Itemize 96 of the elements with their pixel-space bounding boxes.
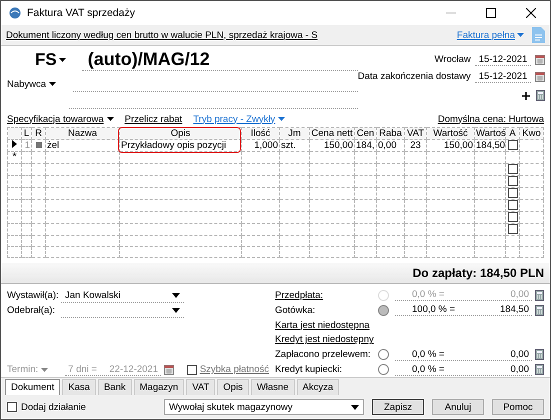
column-header[interactable]: Nazwa <box>46 128 120 140</box>
calendar-icon <box>535 72 546 82</box>
column-header[interactable]: VAT <box>404 128 426 140</box>
dialog-button[interactable]: Pomoc <box>492 399 544 415</box>
caret-icon <box>58 58 66 62</box>
work-mode-menu[interactable]: Tryb pracy - Zwykły <box>193 114 276 124</box>
table-cell: Przykładowy opis pozycji <box>120 140 242 152</box>
calculator-icon <box>535 364 544 376</box>
new-row-marker: * <box>12 151 17 163</box>
maximize-icon <box>486 8 496 18</box>
checkbox[interactable] <box>508 200 518 210</box>
column-header[interactable]: Wartość <box>426 128 474 140</box>
delivery-date-label: Data zakończenia dostawy <box>358 71 471 82</box>
column-header[interactable]: Cen <box>354 128 376 140</box>
calendar-icon <box>164 364 174 374</box>
date-field[interactable]: 15-12-2021 <box>474 70 532 82</box>
recalculate-discount-link[interactable]: Przelicz rabat <box>124 114 182 124</box>
tab[interactable]: Kasa <box>62 379 96 395</box>
column-header[interactable]: R <box>32 128 46 140</box>
radio-button[interactable] <box>378 349 389 360</box>
table-cell: szt. <box>280 140 310 152</box>
column-header[interactable]: Cena nett <box>310 128 354 140</box>
person-dropdown[interactable]: Jan Kowalski <box>61 288 184 302</box>
square-icon <box>36 142 42 148</box>
table-cell: 184, <box>354 140 376 152</box>
window-title: Faktura VAT sprzedaży <box>27 7 135 19</box>
payment-amount-field[interactable]: 0,0 % = 0,00 <box>395 348 532 361</box>
table-cell: 1,000 <box>242 140 280 152</box>
tab[interactable]: Bank <box>98 379 132 395</box>
payment-link[interactable]: Kredyt jest niedostępny <box>275 334 374 346</box>
document-icon <box>532 27 545 43</box>
effect-dropdown[interactable]: Wywołaj skutek magazynowy <box>164 399 364 415</box>
calculator-icon <box>536 90 546 101</box>
payment-label: Kredyt kupiecki: <box>275 364 344 376</box>
payment-label: Zapłacono przelewem: <box>275 349 372 360</box>
column-header[interactable]: Kwo <box>520 128 544 140</box>
calculator-icon <box>535 349 544 360</box>
checkbox[interactable] <box>508 224 518 234</box>
add-icon <box>522 92 530 100</box>
invoice-type-link[interactable]: Faktura pełna <box>456 30 515 40</box>
column-header[interactable]: Raba <box>376 128 404 140</box>
checkbox[interactable] <box>508 140 518 150</box>
tab[interactable]: VAT <box>186 379 216 395</box>
column-header[interactable]: L <box>22 128 32 140</box>
app-logo-icon <box>9 7 21 19</box>
person-label: Wystawił(a): <box>7 290 57 301</box>
calendar-icon <box>535 54 546 64</box>
buyer-label[interactable]: Nabywca <box>7 78 46 90</box>
column-header[interactable]: A <box>506 128 520 140</box>
dialog-button[interactable]: Anuluj <box>432 399 484 415</box>
checkbox[interactable] <box>508 176 518 186</box>
calculator-icon <box>535 290 544 301</box>
place-label: Wrocław <box>434 54 471 65</box>
checkbox[interactable] <box>508 188 518 198</box>
caret-icon <box>41 368 48 372</box>
radio-button[interactable] <box>378 304 389 316</box>
caret-icon <box>49 82 56 86</box>
default-price-link[interactable]: Domyślna cena: Hurtowa <box>438 114 544 124</box>
tab[interactable]: Dokument <box>5 379 60 395</box>
tab[interactable]: Magazyn <box>134 379 184 395</box>
document-info-link[interactable]: Dokument liczony według cen brutto w walucie PLN, sprzedaż krajowa - S <box>6 30 318 40</box>
document-type[interactable]: FS <box>35 50 57 70</box>
person-label: Odebrał(a): <box>7 305 56 316</box>
caret-icon <box>106 117 114 121</box>
date-field[interactable]: 15-12-2021 <box>474 54 532 66</box>
calculator-icon <box>535 304 544 316</box>
document-number-field[interactable]: (auto)/MAG/12 <box>82 49 358 71</box>
payment-amount-field[interactable]: 100,0 % = 184,50 <box>395 304 532 316</box>
payment-label: Gotówka: <box>275 304 316 316</box>
tab[interactable]: Opis <box>217 379 249 395</box>
close-icon <box>526 8 536 18</box>
specification-menu[interactable]: Specyfikacja towarowa <box>7 114 104 124</box>
checkbox[interactable] <box>508 212 518 222</box>
column-header[interactable]: Wartoś <box>474 128 506 140</box>
radio-button[interactable] <box>378 364 389 376</box>
table-cell: 0,00 <box>376 140 404 152</box>
caret-icon <box>517 33 524 37</box>
checkbox[interactable] <box>7 402 17 412</box>
column-header[interactable]: Ilość <box>242 128 280 140</box>
column-header[interactable]: Jm <box>280 128 310 140</box>
table-cell: 1 <box>22 140 32 152</box>
column-header[interactable]: Opis <box>120 128 242 140</box>
table-cell: 150,00 <box>426 140 474 152</box>
table-cell: 184,50 <box>474 140 506 152</box>
table-cell: 23 <box>404 140 426 152</box>
caret-icon <box>278 117 286 121</box>
table-cell: żel <box>46 140 120 152</box>
tab[interactable]: Akcyza <box>296 379 340 395</box>
dialog-button[interactable]: Zapisz <box>372 399 424 415</box>
payment-amount-field[interactable]: 0,0 % = 0,00 <box>395 364 532 376</box>
tab[interactable]: Własne <box>250 379 294 395</box>
payment-link[interactable]: Karta jest niedostępna <box>275 320 370 331</box>
add-action-label: Dodaj działanie <box>21 402 86 412</box>
checkbox[interactable] <box>508 164 518 174</box>
amount-due: Do zapłaty: 184,50 PLN <box>412 266 544 280</box>
table-cell: 150,00 <box>310 140 354 152</box>
